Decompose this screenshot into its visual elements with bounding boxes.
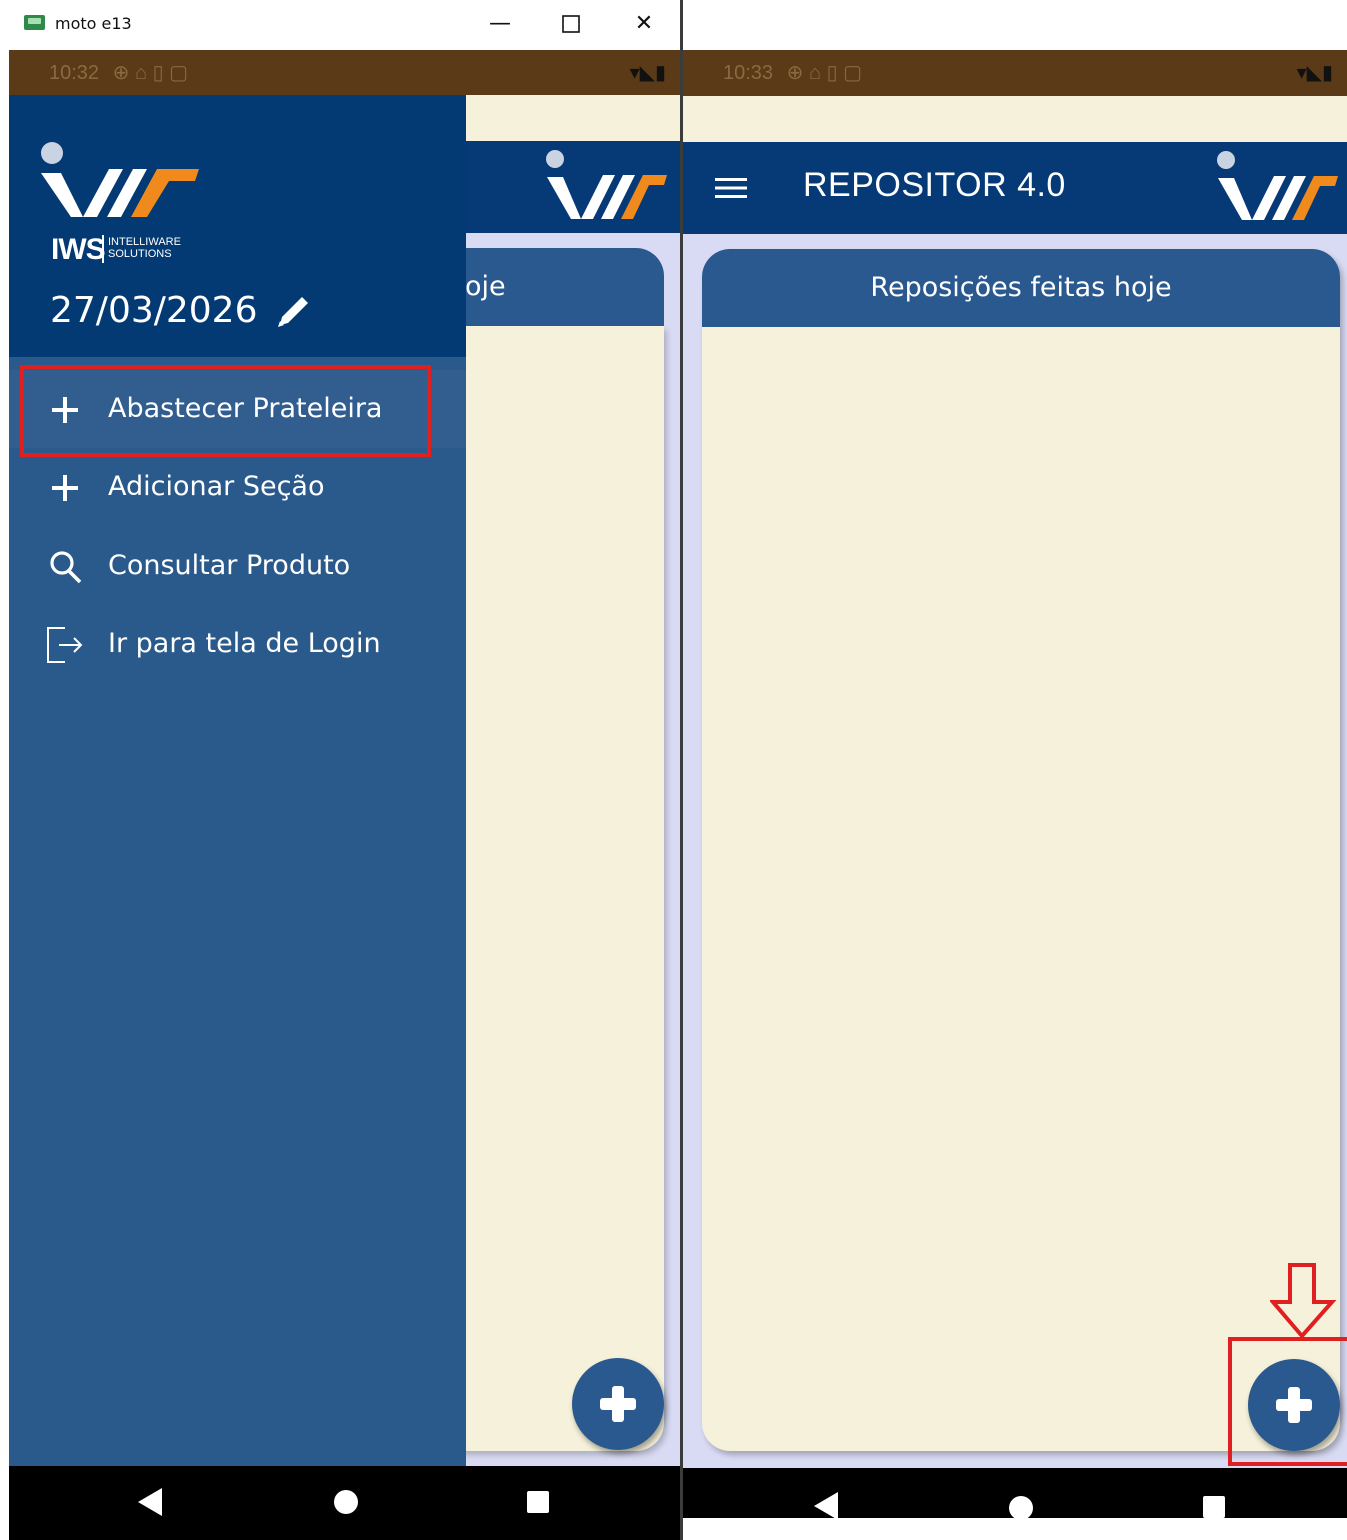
close-button[interactable]: ✕ bbox=[624, 8, 664, 40]
highlight-box-fab bbox=[1228, 1337, 1347, 1466]
window-title: moto e13 bbox=[55, 14, 132, 33]
repositions-card: Reposições feitas hoje bbox=[702, 249, 1340, 1451]
app-title: REPOSITOR 4.0 bbox=[803, 166, 1066, 204]
iws-logo-icon bbox=[41, 142, 199, 217]
app-top-strip bbox=[466, 95, 680, 141]
menu-label: Adicionar Seção bbox=[108, 471, 325, 502]
right-phone-screen: 10:33 ⊕ ⌂ ▯ ▢ ▾◣▮ REPOSITOR 4.0 Reposiçõ… bbox=[683, 50, 1347, 1540]
notification-icons: ⊕ ⌂ ▯ ▢ bbox=[112, 62, 189, 84]
status-time: 10:32 bbox=[49, 62, 100, 84]
home-button[interactable] bbox=[334, 1490, 358, 1514]
plus-icon bbox=[52, 475, 78, 501]
menu-label: Ir para tela de Login bbox=[108, 628, 381, 659]
card-header: Reposições feitas hoje bbox=[702, 249, 1340, 327]
edit-date-icon[interactable] bbox=[274, 291, 314, 331]
logo-subtitle-line2: SOLUTIONS bbox=[108, 248, 172, 260]
card-body bbox=[433, 326, 664, 1451]
status-bar: 10:32 ⊕ ⌂ ▯ ▢ ▾◣▮ bbox=[9, 50, 680, 95]
highlight-box-menu bbox=[20, 365, 431, 457]
drawer-header: IWS INTELLIWARE SOLUTIONS 27/03/2026 bbox=[9, 95, 466, 357]
menu-item-consultar-produto[interactable]: Consultar Produto bbox=[9, 527, 466, 605]
bottom-white-strip bbox=[683, 1518, 1347, 1540]
minimize-button[interactable]: — bbox=[480, 8, 520, 40]
logo-brand-text: IWS bbox=[51, 233, 106, 266]
iws-logo-icon bbox=[1217, 151, 1338, 220]
card-title: Reposições feitas hoje bbox=[870, 272, 1172, 303]
navigation-drawer: IWS INTELLIWARE SOLUTIONS 27/03/2026 Aba… bbox=[9, 95, 466, 1466]
app-bar bbox=[466, 141, 680, 233]
logo-subtitle-line1: INTELLIWARE bbox=[108, 236, 181, 248]
app-bar: REPOSITOR 4.0 bbox=[683, 142, 1347, 234]
menu-item-login[interactable]: Ir para tela de Login bbox=[9, 605, 466, 683]
card-header: oje bbox=[433, 248, 664, 326]
app-top-strip bbox=[683, 96, 1347, 142]
hamburger-menu-icon[interactable] bbox=[713, 174, 749, 202]
maximize-icon bbox=[562, 15, 580, 33]
menu-label: Consultar Produto bbox=[108, 550, 351, 581]
notification-icons: ⊕ ⌂ ▯ ▢ bbox=[786, 62, 863, 84]
android-nav-bar bbox=[683, 1468, 1347, 1520]
status-bar: 10:33 ⊕ ⌂ ▯ ▢ ▾◣▮ bbox=[683, 50, 1347, 96]
card-title-fragment: oje bbox=[465, 271, 506, 302]
menu-item-adicionar-secao[interactable]: Adicionar Seção bbox=[9, 448, 466, 526]
status-time: 10:33 bbox=[723, 62, 774, 84]
maximize-button[interactable] bbox=[551, 8, 591, 40]
logo-separator bbox=[102, 235, 104, 263]
signal-battery-icons: ▾◣▮ bbox=[1296, 62, 1333, 84]
back-button[interactable] bbox=[814, 1492, 838, 1520]
logo-subtitle: INTELLIWARE SOLUTIONS bbox=[108, 236, 181, 260]
window-titlebar: moto e13 — ✕ bbox=[0, 0, 680, 50]
android-nav-bar bbox=[9, 1466, 680, 1540]
back-button[interactable] bbox=[138, 1488, 162, 1516]
drawer-date: 27/03/2026 bbox=[50, 290, 258, 331]
home-button[interactable] bbox=[1009, 1496, 1033, 1520]
recents-button[interactable] bbox=[1203, 1496, 1225, 1518]
recents-button[interactable] bbox=[527, 1491, 549, 1513]
logout-icon bbox=[47, 627, 83, 663]
add-fab-button[interactable] bbox=[572, 1358, 664, 1450]
iws-logo-icon bbox=[546, 150, 667, 219]
search-icon bbox=[50, 551, 82, 584]
arrow-down-icon bbox=[1270, 1263, 1336, 1340]
signal-battery-icons: ▾◣▮ bbox=[629, 62, 666, 84]
android-emulator-icon bbox=[24, 15, 45, 30]
